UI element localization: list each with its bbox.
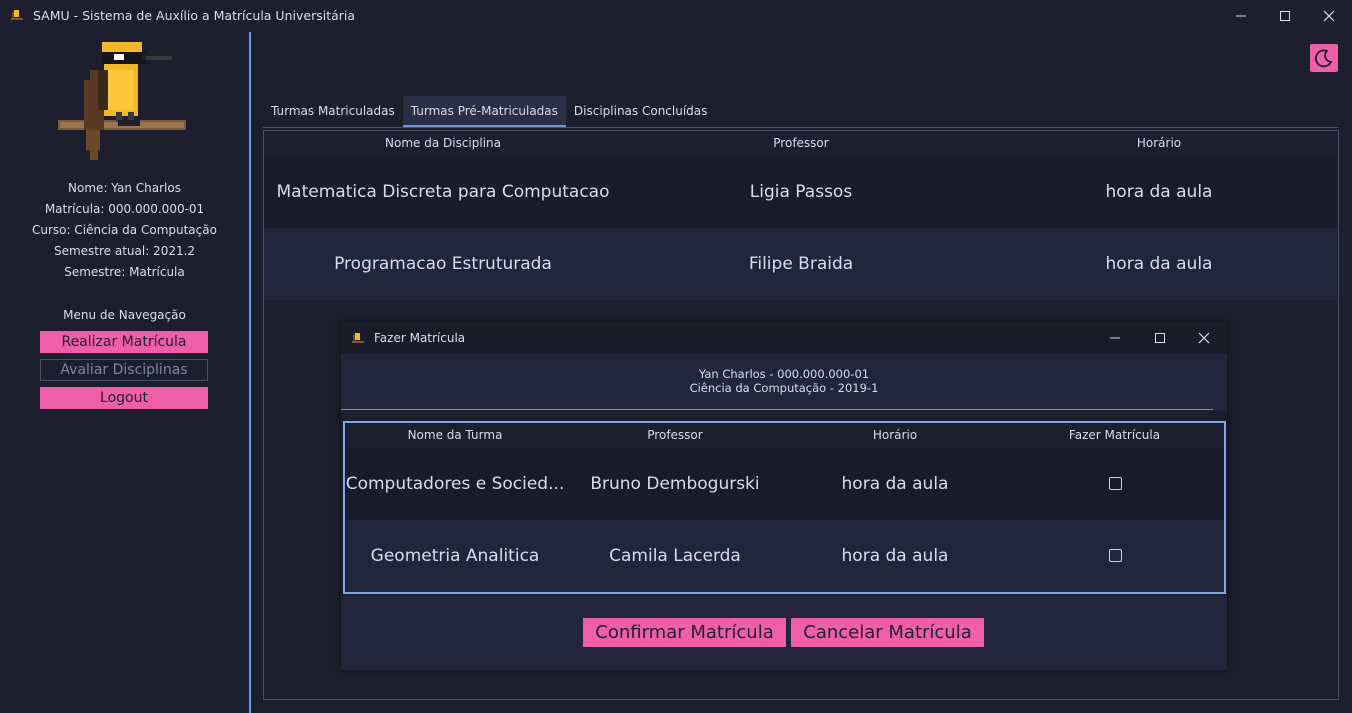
table-row[interactable]: Programacao Estruturada Filipe Braida ho…: [264, 228, 1337, 300]
avaliar-disciplinas-button[interactable]: Avaliar Disciplinas: [40, 359, 208, 381]
student-name: Nome: Yan Charlos: [68, 181, 181, 195]
matricula-checkbox[interactable]: [1109, 477, 1122, 490]
maximize-button[interactable]: [1262, 0, 1308, 32]
dialog-header: Yan Charlos - 000.000.000-01 Ciência da …: [341, 354, 1227, 410]
dialog-title: Fazer Matrícula: [374, 331, 466, 345]
maximize-icon: [1280, 11, 1290, 21]
nav-menu-title: Menu de Navegação: [63, 308, 186, 322]
tab-turmas-pre-matriculadas[interactable]: Turmas Pré-Matriculadas: [402, 96, 566, 127]
header-nome-disciplina: Nome da Disciplina: [385, 136, 501, 150]
dialog-maximize-button[interactable]: [1138, 322, 1182, 354]
cell-horario: hora da aula: [841, 546, 949, 566]
matricula-checkbox[interactable]: [1109, 549, 1122, 562]
dialog-divider: [341, 409, 1213, 410]
tab-disciplinas-concluidas[interactable]: Disciplinas Concluídas: [566, 96, 716, 127]
window-title: SAMU - Sistema de Auxílio a Matrícula Un…: [33, 8, 356, 23]
student-matricula: Matrícula: 000.000.000-01: [44, 202, 205, 216]
logout-button[interactable]: Logout: [40, 387, 208, 409]
turmas-table: Nome da Turma Professor Horário Fazer Ma…: [343, 421, 1226, 594]
cell-turma: Computadores e Socied...: [345, 474, 565, 494]
tab-underline: [263, 127, 1339, 128]
app-bird-icon: [352, 332, 364, 343]
header-horario: Horário: [872, 428, 918, 442]
student-semestre: Semestre: Matrícula: [64, 265, 185, 279]
tab-bar: Turmas Matriculadas Turmas Pré-Matricula…: [263, 96, 715, 128]
theme-toggle-button[interactable]: [1310, 44, 1338, 72]
cell-professor: Camila Lacerda: [609, 546, 741, 566]
cell-professor: Ligia Passos: [749, 182, 853, 202]
app-bird-icon: [11, 9, 23, 20]
dialog-minimize-button[interactable]: [1093, 322, 1137, 354]
student-semestre-atual: Semestre atual: 2021.2: [53, 244, 196, 258]
sidebar: Nome: Yan Charlos Matrícula: 000.000.000…: [0, 32, 249, 713]
cell-turma: Geometria Analitica: [370, 546, 540, 566]
window-titlebar: SAMU - Sistema de Auxílio a Matrícula Un…: [0, 0, 1352, 32]
dialog-course-line: Ciência da Computação - 2019-1: [689, 381, 879, 395]
minimize-button[interactable]: [1218, 0, 1264, 32]
cell-disciplina: Programacao Estruturada: [334, 254, 552, 274]
student-curso: Curso: Ciência da Computação: [32, 223, 217, 237]
close-icon: [1198, 332, 1210, 344]
table-row[interactable]: Geometria Analitica Camila Lacerda hora …: [345, 520, 1224, 592]
realizar-matricula-button[interactable]: Realizar Matrícula: [40, 331, 208, 353]
cell-horario: hora da aula: [1105, 182, 1213, 202]
dialog-footer: Confirmar Matrícula Cancelar Matrícula: [341, 596, 1227, 670]
tab-turmas-matriculadas[interactable]: Turmas Matriculadas: [263, 96, 403, 127]
dialog-close-button[interactable]: [1182, 322, 1226, 354]
close-button[interactable]: [1306, 0, 1352, 32]
header-nome-turma: Nome da Turma: [407, 428, 503, 442]
table-row[interactable]: Matematica Discreta para Computacao Ligi…: [264, 156, 1337, 228]
cell-horario: hora da aula: [1105, 254, 1213, 274]
header-professor: Professor: [773, 136, 829, 150]
confirmar-matricula-button[interactable]: Confirmar Matrícula: [583, 618, 786, 647]
bird-logo: [58, 42, 186, 160]
dialog-student-line: Yan Charlos - 000.000.000-01: [698, 367, 870, 381]
header-fazer-matricula: Fazer Matrícula: [1068, 428, 1161, 442]
header-professor: Professor: [647, 428, 703, 442]
table-header: Nome da Disciplina Professor Horário: [264, 131, 1338, 155]
cell-professor: Filipe Braida: [748, 254, 854, 274]
cell-professor: Bruno Dembogurski: [590, 474, 760, 494]
cell-horario: hora da aula: [841, 474, 949, 494]
fazer-matricula-dialog: Fazer Matrícula Yan Charlos - 000.000.00…: [341, 322, 1227, 670]
minimize-icon: [1110, 337, 1120, 339]
moon-icon: [1314, 49, 1333, 68]
dialog-titlebar: Fazer Matrícula: [341, 322, 1227, 354]
minimize-icon: [1236, 15, 1246, 17]
close-icon: [1323, 10, 1335, 22]
header-horario: Horário: [1136, 136, 1182, 150]
cell-disciplina: Matematica Discreta para Computacao: [276, 182, 610, 202]
table-row[interactable]: Computadores e Socied... Bruno Dembogurs…: [345, 448, 1224, 520]
cancelar-matricula-button[interactable]: Cancelar Matrícula: [791, 618, 984, 647]
maximize-icon: [1155, 333, 1165, 343]
